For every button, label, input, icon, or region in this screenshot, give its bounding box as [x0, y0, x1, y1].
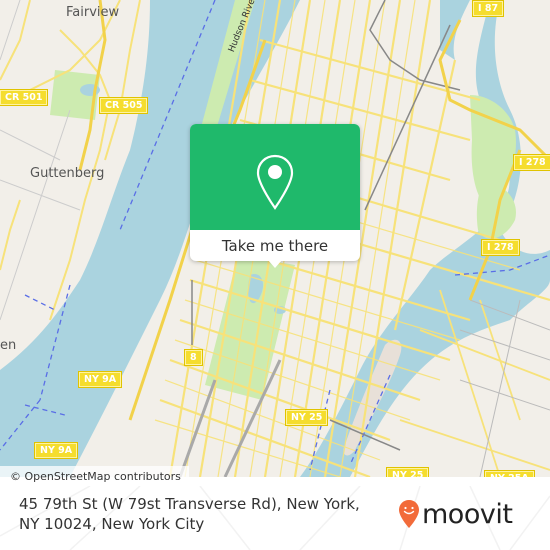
popup-pointer	[268, 260, 282, 268]
shield-ny-25-left: NY 25	[284, 409, 329, 426]
place-label-weehawken: en	[0, 338, 17, 353]
shield-cr-501: CR 501	[0, 89, 49, 106]
address-text: 45 79th St (W 79st Transverse Rd), New Y…	[19, 495, 360, 533]
place-label-guttenberg: Guttenberg	[30, 166, 105, 181]
shield-ny-25a: NY 25A	[484, 470, 535, 477]
shield-route-8: 8	[184, 349, 203, 366]
take-me-there-button[interactable]: Take me there	[190, 230, 360, 261]
shield-i-278-lower: I 278	[481, 239, 520, 256]
shield-i-278-upper: I 278	[513, 154, 550, 171]
footer: 45 79th St (W 79st Transverse Rd), New Y…	[0, 486, 550, 550]
moovit-logo[interactable]: moovit	[398, 494, 513, 534]
place-label-fairview: Fairview	[66, 5, 120, 20]
destination-popup: Take me there	[190, 124, 360, 268]
shield-i-87: I 87	[471, 0, 505, 17]
shield-ny-9a-upper: NY 9A	[77, 371, 123, 388]
moovit-pin-icon	[399, 500, 419, 528]
shield-ny-25-right: NY 25	[385, 467, 430, 477]
shield-ny-9a-lower: NY 9A	[33, 442, 79, 459]
map-view[interactable]: Fairview Guttenberg en Hudson River CR 5…	[0, 0, 550, 477]
shield-cr-505: CR 505	[98, 97, 149, 114]
popup-header	[190, 124, 360, 230]
location-pin-icon	[256, 154, 294, 210]
moovit-wordmark: moovit	[422, 498, 513, 530]
osm-attribution[interactable]: © OpenStreetMap contributors	[0, 466, 189, 486]
